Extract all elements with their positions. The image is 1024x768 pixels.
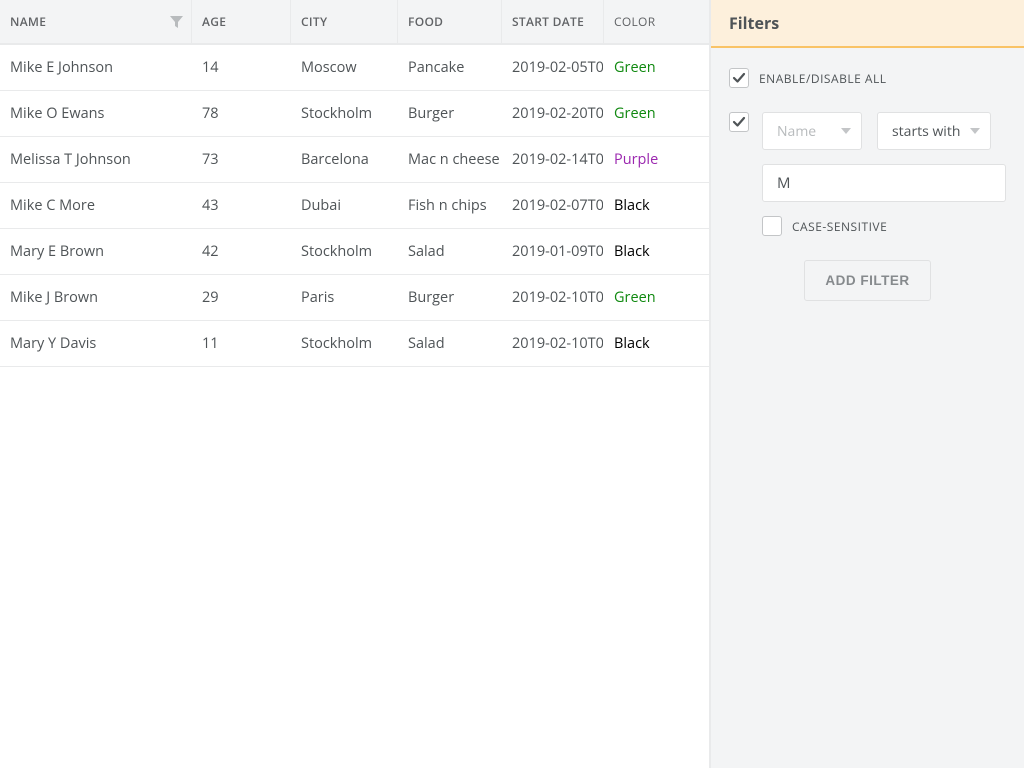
cell: Salad bbox=[398, 242, 502, 261]
table-row[interactable]: Mike E Johnson14MoscowPancake2019-02-05T… bbox=[0, 45, 709, 91]
cell: Mike O Ewans bbox=[0, 104, 192, 123]
cell: 29 bbox=[192, 288, 291, 307]
col-header-age[interactable]: AGE bbox=[192, 0, 291, 43]
cell: Burger bbox=[398, 104, 502, 123]
col-header-food[interactable]: FOOD bbox=[398, 0, 502, 43]
cell: Purple bbox=[604, 150, 708, 169]
col-header-name-label: NAME bbox=[10, 13, 46, 30]
filter-operator-select-label: starts with bbox=[892, 122, 960, 141]
cell: 11 bbox=[192, 334, 291, 353]
cell: Black bbox=[604, 196, 708, 215]
filters-panel-title: Filters bbox=[711, 0, 1024, 48]
grid-body: Mike E Johnson14MoscowPancake2019-02-05T… bbox=[0, 45, 709, 367]
col-header-color-label: COLOR bbox=[614, 13, 655, 30]
add-filter-button[interactable]: ADD FILTER bbox=[804, 260, 930, 301]
filter-row-checkbox[interactable] bbox=[729, 112, 749, 132]
cell: Black bbox=[604, 242, 708, 261]
cell: Green bbox=[604, 58, 708, 77]
col-header-start-label: START DATE bbox=[512, 13, 584, 30]
cell: Stockholm bbox=[291, 242, 398, 261]
case-sensitive-checkbox[interactable] bbox=[762, 216, 782, 236]
caret-down-icon bbox=[970, 128, 980, 134]
col-header-food-label: FOOD bbox=[408, 13, 443, 30]
case-sensitive-label: CASE-SENSITIVE bbox=[792, 218, 887, 235]
cell: Melissa T Johnson bbox=[0, 150, 192, 169]
filter-operator-select[interactable]: starts with bbox=[877, 112, 991, 150]
cell: Dubai bbox=[291, 196, 398, 215]
cell: Mike C More bbox=[0, 196, 192, 215]
table-row[interactable]: Mike C More43DubaiFish n chips2019-02-07… bbox=[0, 183, 709, 229]
cell: Black bbox=[604, 334, 708, 353]
cell: Pancake bbox=[398, 58, 502, 77]
cell: Burger bbox=[398, 288, 502, 307]
cell: Mac n cheese bbox=[398, 150, 502, 169]
cell: 2019-02-10T00: bbox=[502, 288, 604, 307]
col-header-name[interactable]: NAME bbox=[0, 0, 192, 43]
col-header-city[interactable]: CITY bbox=[291, 0, 398, 43]
cell: 42 bbox=[192, 242, 291, 261]
col-header-start[interactable]: START DATE bbox=[502, 0, 604, 43]
data-grid: NAME AGE CITY FOOD START DATE COLOR Mike… bbox=[0, 0, 710, 768]
cell: Barcelona bbox=[291, 150, 398, 169]
cell: 14 bbox=[192, 58, 291, 77]
cell: Paris bbox=[291, 288, 398, 307]
cell: 43 bbox=[192, 196, 291, 215]
filter-field-select[interactable]: Name bbox=[762, 112, 862, 150]
caret-down-icon bbox=[841, 128, 851, 134]
enable-all-checkbox[interactable] bbox=[729, 68, 749, 88]
cell: 2019-02-05T00: bbox=[502, 58, 604, 77]
cell: 2019-02-14T00: bbox=[502, 150, 604, 169]
cell: Mary E Brown bbox=[0, 242, 192, 261]
cell: Mike J Brown bbox=[0, 288, 192, 307]
cell: Green bbox=[604, 104, 708, 123]
col-header-age-label: AGE bbox=[202, 13, 226, 30]
table-row[interactable]: Mike J Brown29ParisBurger2019-02-10T00:G… bbox=[0, 275, 709, 321]
col-header-color[interactable]: COLOR bbox=[604, 0, 708, 43]
cell: 78 bbox=[192, 104, 291, 123]
cell: 2019-02-10T00: bbox=[502, 334, 604, 353]
filter-icon[interactable] bbox=[170, 16, 183, 28]
filter-field-select-label: Name bbox=[777, 122, 816, 141]
cell: Green bbox=[604, 288, 708, 307]
cell: 73 bbox=[192, 150, 291, 169]
filter-value-input[interactable] bbox=[762, 164, 1006, 202]
cell: 2019-01-09T00: bbox=[502, 242, 604, 261]
table-row[interactable]: Mary E Brown42StockholmSalad2019-01-09T0… bbox=[0, 229, 709, 275]
cell: Salad bbox=[398, 334, 502, 353]
enable-all-label: ENABLE/DISABLE ALL bbox=[759, 70, 887, 87]
col-header-city-label: CITY bbox=[301, 13, 327, 30]
cell: Mary Y Davis bbox=[0, 334, 192, 353]
cell: Moscow bbox=[291, 58, 398, 77]
cell: 2019-02-07T00: bbox=[502, 196, 604, 215]
cell: Fish n chips bbox=[398, 196, 502, 215]
table-row[interactable]: Mary Y Davis11StockholmSalad2019-02-10T0… bbox=[0, 321, 709, 367]
cell: Stockholm bbox=[291, 334, 398, 353]
grid-header-row: NAME AGE CITY FOOD START DATE COLOR bbox=[0, 0, 709, 45]
table-row[interactable]: Melissa T Johnson73BarcelonaMac n cheese… bbox=[0, 137, 709, 183]
filters-panel: Filters ENABLE/DISABLE ALL Name bbox=[710, 0, 1024, 768]
cell: Mike E Johnson bbox=[0, 58, 192, 77]
cell: Stockholm bbox=[291, 104, 398, 123]
table-row[interactable]: Mike O Ewans78StockholmBurger2019-02-20T… bbox=[0, 91, 709, 137]
cell: 2019-02-20T00: bbox=[502, 104, 604, 123]
